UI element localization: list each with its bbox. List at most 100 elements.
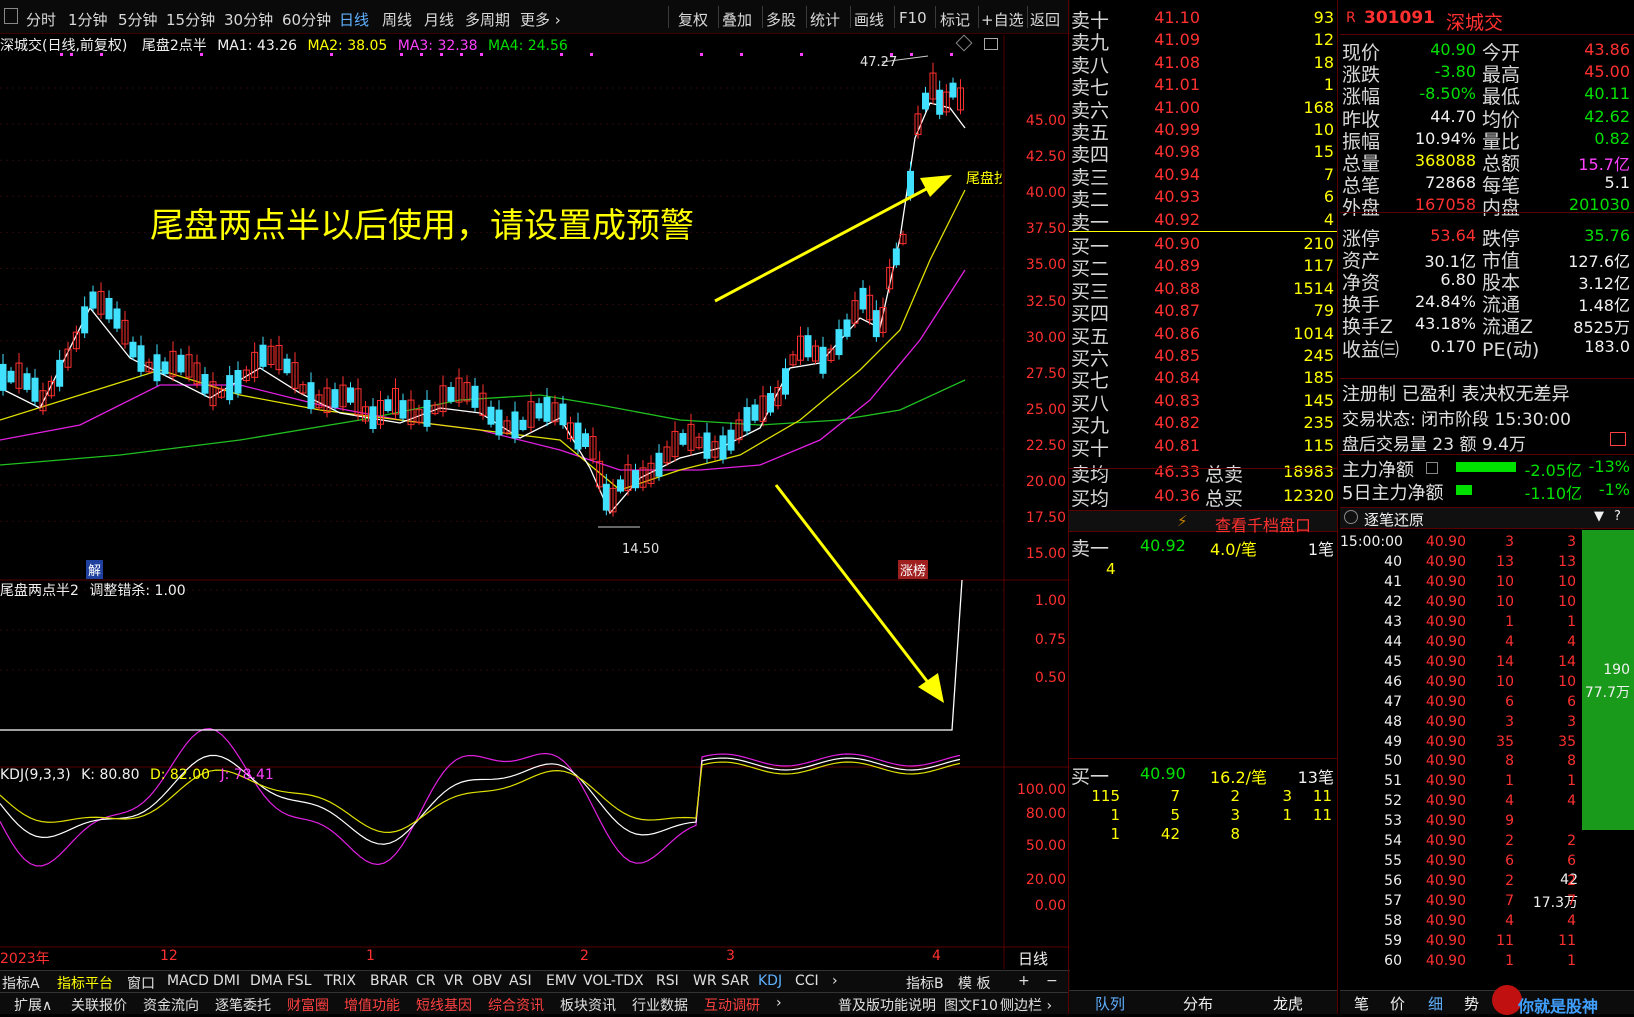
tag-zhangbang[interactable]: 涨榜 — [898, 560, 929, 579]
indicator-tab[interactable]: TRIX — [324, 973, 356, 989]
buy-level-price[interactable]: 40.85 — [1120, 346, 1200, 365]
tag-jie[interactable]: 解 — [86, 560, 104, 579]
indicator-tab[interactable]: MACD — [167, 973, 209, 989]
tab-queue[interactable]: 队列 — [1095, 993, 1125, 1014]
btn-f10[interactable]: F10 — [899, 9, 927, 27]
sell-level-price[interactable]: 40.92 — [1120, 210, 1200, 229]
btn-stats[interactable]: 统计 — [810, 9, 840, 30]
btn-draw[interactable]: 画线 — [854, 9, 884, 30]
help-icon[interactable]: ? — [1614, 509, 1621, 524]
buy-level-price[interactable]: 40.86 — [1120, 324, 1200, 343]
tab-price[interactable]: 价 — [1390, 993, 1405, 1014]
indicator-tab[interactable]: CCI — [795, 973, 819, 989]
indicator-tab-right[interactable]: 指标B — [906, 973, 944, 993]
tab-weekly[interactable]: 周线 — [382, 9, 412, 30]
extension-tab[interactable]: 扩展∧ — [14, 995, 52, 1015]
indicator-tab-right[interactable]: 模 板 — [958, 973, 990, 993]
indicator-tab[interactable]: ASI — [509, 973, 532, 989]
extension-tab[interactable]: 互动调研 — [704, 995, 760, 1015]
sell-level-price[interactable]: 40.94 — [1120, 165, 1200, 184]
sell-level-price[interactable]: 41.09 — [1120, 30, 1200, 49]
indicator-tab-right[interactable]: − — [1046, 973, 1058, 989]
btn-overlay[interactable]: 叠加 — [722, 9, 752, 30]
chart-area[interactable] — [0, 35, 1070, 969]
buy-level-price[interactable]: 40.81 — [1120, 436, 1200, 455]
tab-more[interactable]: 更多 › — [520, 9, 561, 30]
buy-level-price[interactable]: 40.87 — [1120, 301, 1200, 320]
tab-monthly[interactable]: 月线 — [424, 9, 454, 30]
sell-level-price[interactable]: 41.10 — [1120, 8, 1200, 27]
sell-level-price[interactable]: 41.01 — [1120, 75, 1200, 94]
menu-icon[interactable] — [4, 8, 18, 24]
buy-level-price[interactable]: 40.88 — [1120, 279, 1200, 298]
extension-tab[interactable]: 综合资讯 — [488, 995, 544, 1015]
extension-tab[interactable]: 板块资讯 — [560, 995, 616, 1015]
indicator-tab[interactable]: FSL — [287, 973, 312, 989]
tab-daily[interactable]: 日线 — [339, 9, 369, 30]
indicator-tab[interactable]: 指标平台 — [57, 973, 113, 993]
tab-distribution[interactable]: 分布 — [1183, 993, 1213, 1014]
indicator-tab-right[interactable]: + — [1018, 973, 1030, 989]
btn-back[interactable]: 返回 — [1030, 9, 1060, 30]
indicator-tab[interactable]: DMA — [250, 973, 282, 989]
list-icon[interactable] — [1426, 462, 1438, 474]
indicator-tab[interactable]: KDJ — [758, 973, 782, 989]
btn-multistock[interactable]: 多股 — [766, 9, 796, 30]
buy-level-price[interactable]: 40.83 — [1120, 391, 1200, 410]
collapse-icon[interactable] — [1344, 510, 1358, 524]
tab-15min[interactable]: 15分钟 — [166, 9, 215, 30]
tab-30min[interactable]: 30分钟 — [224, 9, 273, 30]
indicator-tab[interactable]: 指标A — [2, 973, 40, 993]
buy-level-price[interactable]: 40.82 — [1120, 413, 1200, 432]
filter-icon[interactable]: ▼ — [1594, 509, 1604, 524]
extension-tab-right[interactable]: 普及版功能说明 — [838, 995, 936, 1015]
indicator-tab[interactable]: VOL-TDX — [583, 973, 644, 989]
tab-dragon-tiger[interactable]: 龙虎 — [1273, 993, 1303, 1014]
extension-tab[interactable]: 资金流向 — [143, 995, 199, 1015]
sell-level-price[interactable]: 41.08 — [1120, 53, 1200, 72]
buy-level-price[interactable]: 40.84 — [1120, 368, 1200, 387]
indicator-tab[interactable]: CR — [416, 973, 436, 989]
tab-multi-period[interactable]: 多周期 — [465, 9, 510, 30]
extension-tab[interactable]: 短线基因 — [416, 995, 472, 1015]
indicator-tab[interactable]: OBV — [472, 973, 502, 989]
tab-1min[interactable]: 1分钟 — [68, 9, 108, 30]
extension-tab[interactable]: › — [776, 995, 782, 1011]
sub1-title[interactable]: 尾盘两点半2 — [0, 583, 79, 599]
extension-tab-right[interactable]: 侧边栏 › — [1000, 995, 1052, 1015]
extension-tab[interactable]: 增值功能 — [344, 995, 400, 1015]
sell-level-price[interactable]: 41.00 — [1120, 98, 1200, 117]
tab-trend[interactable]: 势 — [1464, 993, 1479, 1014]
buy-level-price[interactable]: 40.89 — [1120, 256, 1200, 275]
indicator-tab[interactable]: 窗口 — [127, 973, 155, 993]
kdj-title[interactable]: KDJ(9,3,3) — [0, 767, 71, 783]
indicator-tab[interactable]: BRAR — [370, 973, 408, 989]
tab-tick[interactable]: 笔 — [1354, 993, 1369, 1014]
indicator-tab[interactable]: SAR — [721, 973, 749, 989]
indicator-tab[interactable]: VR — [444, 973, 463, 989]
indicator-tab[interactable]: WR — [693, 973, 717, 989]
buy-level-price[interactable]: 40.90 — [1120, 234, 1200, 253]
btn-mark[interactable]: 标记 — [940, 9, 970, 30]
view-orderbook-bar[interactable]: ⚡ 查看千档盘口 — [1069, 510, 1337, 535]
extension-tab[interactable]: 财富圈 — [287, 995, 329, 1015]
indicator-tab[interactable]: RSI — [656, 973, 679, 989]
sell-level-price[interactable]: 40.98 — [1120, 142, 1200, 161]
btn-fuquan[interactable]: 复权 — [678, 9, 708, 30]
extension-tab-right[interactable]: 图文F10 — [944, 995, 998, 1015]
tab-detail[interactable]: 细 — [1428, 993, 1443, 1014]
sell-level-price[interactable]: 40.93 — [1120, 187, 1200, 206]
indicator-tab[interactable]: › — [832, 973, 838, 989]
view-depth-link[interactable]: 查看千档盘口 — [1215, 512, 1311, 536]
tab-60min[interactable]: 60分钟 — [282, 9, 331, 30]
indicator-name[interactable]: 尾盘2点半 — [142, 38, 207, 54]
tab-fenshi[interactable]: 分时 — [26, 9, 56, 30]
chart-small-icon[interactable] — [1610, 432, 1626, 446]
extension-tab[interactable]: 关联报价 — [71, 995, 127, 1015]
indicator-tab[interactable]: DMI — [213, 973, 240, 989]
tab-5min[interactable]: 5分钟 — [118, 9, 158, 30]
sell-level-price[interactable]: 40.99 — [1120, 120, 1200, 139]
indicator-tab[interactable]: EMV — [546, 973, 577, 989]
extension-tab[interactable]: 行业数据 — [632, 995, 688, 1015]
panel-toggle-icon[interactable] — [984, 38, 998, 50]
